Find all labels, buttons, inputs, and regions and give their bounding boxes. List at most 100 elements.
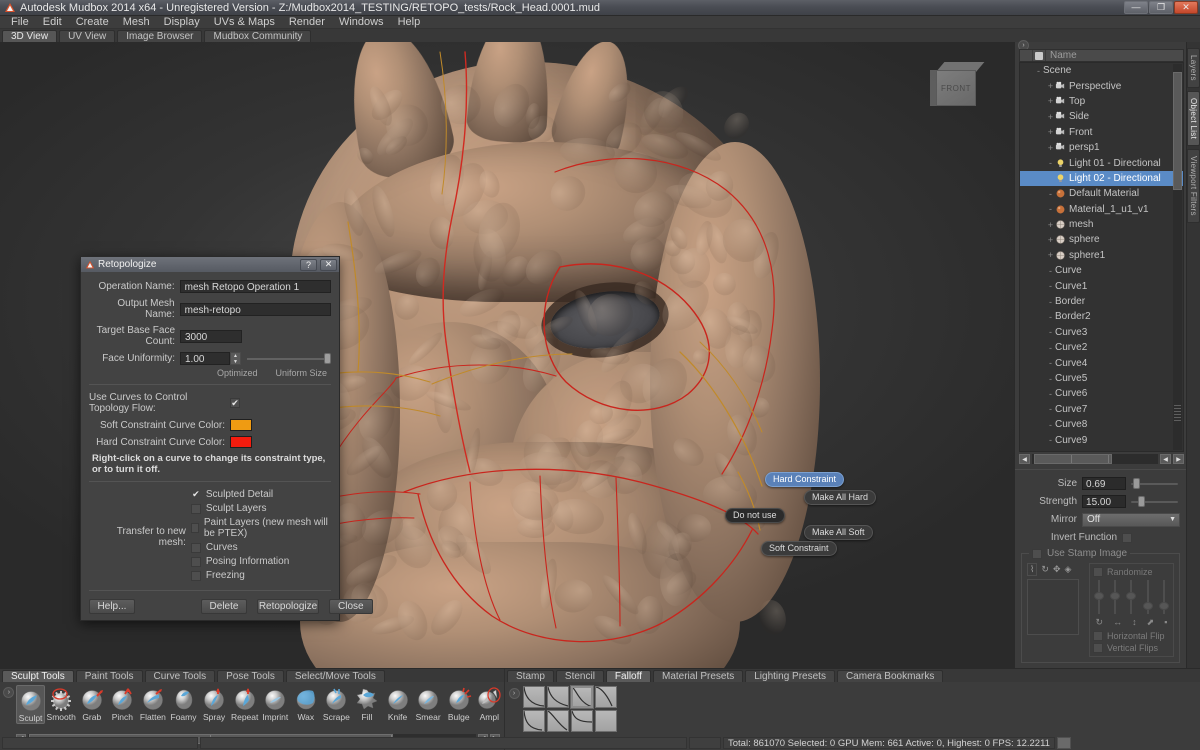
object-list-item[interactable]: -Curve1 [1020, 278, 1183, 293]
size-slider-handle[interactable] [1133, 478, 1140, 489]
menu-item-uvs-maps[interactable]: UVs & Maps [207, 16, 282, 29]
vtab-object-list[interactable]: Object List [1187, 91, 1200, 146]
stepper-down-icon[interactable]: ▼ [231, 359, 240, 365]
use-curves-checkbox[interactable] [230, 398, 240, 408]
target-face-count-input[interactable]: 3000 [180, 330, 242, 343]
tab-3d-view[interactable]: 3D View [2, 30, 57, 42]
vertical-flips-checkbox[interactable] [1093, 643, 1103, 653]
transfer-option-checkbox[interactable] [191, 490, 201, 500]
tab-curve-tools[interactable]: Curve Tools [145, 670, 216, 682]
collapse-icon[interactable]: - [1046, 327, 1055, 337]
object-list-item[interactable]: -Border [1020, 294, 1183, 309]
expand-icon[interactable]: + [1046, 127, 1055, 137]
rotate-icon[interactable]: ↻ [1041, 564, 1049, 575]
tab-paint-tools[interactable]: Paint Tools [76, 670, 143, 682]
expand-icon[interactable]: + [1046, 112, 1055, 122]
menu-item-mesh[interactable]: Mesh [116, 16, 157, 29]
delete-button[interactable]: Delete [201, 599, 247, 614]
falloff-preset-1[interactable] [523, 686, 545, 708]
strength-slider-handle[interactable] [1138, 496, 1145, 507]
collapse-icon[interactable]: - [1034, 66, 1043, 76]
falloff-preset-7[interactable] [571, 710, 593, 732]
brush-bulge[interactable]: Bulge [444, 685, 474, 724]
face-uniformity-slider[interactable] [247, 352, 331, 365]
collapse-icon[interactable]: - [1046, 435, 1055, 445]
object-list-item[interactable]: -Curve4 [1020, 355, 1183, 370]
minimize-button[interactable]: — [1124, 1, 1148, 14]
menu-item-help[interactable]: Help [391, 16, 428, 29]
mirror-select[interactable]: Off ▼ [1082, 513, 1180, 527]
export-icon[interactable]: ⬈ [1147, 617, 1155, 628]
object-list-item[interactable]: -Curve2 [1020, 340, 1183, 355]
menu-item-render[interactable]: Render [282, 16, 332, 29]
close-button[interactable]: Close [329, 599, 373, 614]
randomize-slider-5[interactable] [1163, 580, 1165, 614]
object-list-item[interactable]: +Top [1020, 94, 1183, 109]
collapse-icon[interactable]: - [1046, 374, 1055, 384]
randomize-slider-4[interactable] [1147, 580, 1149, 614]
retopologize-dialog[interactable]: Retopologize ? ✕ Operation Name: mesh Re… [80, 256, 340, 621]
randomize-slider-3[interactable] [1130, 580, 1132, 614]
tab-lighting-presets[interactable]: Lighting Presets [745, 670, 835, 682]
object-list-item[interactable]: -Curve9 [1020, 432, 1183, 447]
collapse-icon[interactable]: - [1046, 297, 1055, 307]
restore-button[interactable]: ❐ [1149, 1, 1173, 14]
brush-wax[interactable]: Wax [291, 685, 321, 724]
view-cube-front[interactable]: FRONT [936, 70, 976, 106]
invert-function-checkbox[interactable] [1122, 533, 1132, 543]
object-list-item[interactable]: -Curve7 [1020, 402, 1183, 417]
collapse-icon[interactable]: - [1046, 312, 1055, 322]
transfer-option-checkbox[interactable] [191, 571, 201, 581]
menu-item-make-all-hard[interactable]: Make All Hard [804, 490, 876, 505]
tab-camera-bookmarks[interactable]: Camera Bookmarks [837, 670, 943, 682]
object-list-item[interactable]: -Default Material [1020, 186, 1183, 201]
brush-pinch[interactable]: Pinch [108, 685, 138, 724]
operation-name-input[interactable]: mesh Retopo Operation 1 [180, 280, 331, 293]
collapse-icon[interactable]: - [1046, 389, 1055, 399]
tab-pose-tools[interactable]: Pose Tools [217, 670, 284, 682]
tab-mudbox-community[interactable]: Mudbox Community [204, 30, 311, 42]
brush-smear[interactable]: Smear [413, 685, 443, 724]
strength-slider[interactable] [1131, 495, 1180, 508]
menu-item-do-not-use[interactable]: Do not use [725, 508, 785, 523]
expand-icon[interactable]: + [1046, 235, 1055, 245]
brush-ampl[interactable]: Ampl [475, 685, 505, 724]
randomize-slider-2[interactable] [1114, 580, 1116, 614]
help-button[interactable]: Help... [89, 599, 135, 614]
size-slider[interactable] [1131, 477, 1180, 490]
expand-icon[interactable]: + [1046, 220, 1055, 230]
move-horizontal-icon[interactable]: ✥ [1053, 564, 1061, 575]
collapse-icon[interactable]: - [1046, 266, 1055, 276]
object-list-item[interactable]: +persp1 [1020, 140, 1183, 155]
vtab-viewport-filters[interactable]: Viewport Filters [1187, 149, 1200, 223]
object-list-tree[interactable]: -Scene+Perspective+Top+Side+Front+persp1… [1019, 62, 1184, 452]
collapse-icon[interactable]: - [1046, 204, 1055, 214]
menu-item-create[interactable]: Create [69, 16, 116, 29]
brush-imprint[interactable]: Imprint [260, 685, 290, 724]
object-list-item[interactable]: +Perspective [1020, 78, 1183, 93]
randomize-slider-1[interactable] [1098, 580, 1100, 614]
flip-vertical-icon[interactable]: ↕ [1132, 617, 1137, 628]
object-list-item[interactable]: -Curve6 [1020, 386, 1183, 401]
menu-item-file[interactable]: File [4, 16, 36, 29]
menu-item-hard-constraint[interactable]: Hard Constraint [765, 472, 844, 487]
brush-flatten[interactable]: Flatten [138, 685, 168, 724]
menu-item-windows[interactable]: Windows [332, 16, 391, 29]
collapse-icon[interactable]: - [1046, 281, 1055, 291]
expand-icon[interactable]: + [1046, 250, 1055, 260]
scroll-left-button[interactable]: ◀ [1019, 454, 1030, 464]
object-list-item[interactable]: +Front [1020, 125, 1183, 140]
square-icon[interactable]: ▪ [1164, 617, 1167, 628]
tab-stencil[interactable]: Stencil [556, 670, 604, 682]
object-list-item[interactable]: -Border2 [1020, 309, 1183, 324]
view-cube[interactable]: FRONT [930, 60, 984, 112]
vtab-layers[interactable]: Layers [1187, 48, 1200, 88]
tree-toggle-cell[interactable] [1020, 50, 1033, 61]
collapse-icon[interactable]: - [1046, 358, 1055, 368]
status-resize-grip[interactable] [1057, 737, 1071, 749]
face-uniformity-handle[interactable] [324, 353, 331, 364]
transfer-option-sculpt-layers[interactable]: Sculpt Layers [191, 503, 331, 514]
transfer-option-checkbox[interactable] [191, 557, 201, 567]
face-uniformity-input[interactable]: 1.00 [180, 352, 230, 365]
object-list-scrollbar[interactable] [1173, 64, 1182, 450]
